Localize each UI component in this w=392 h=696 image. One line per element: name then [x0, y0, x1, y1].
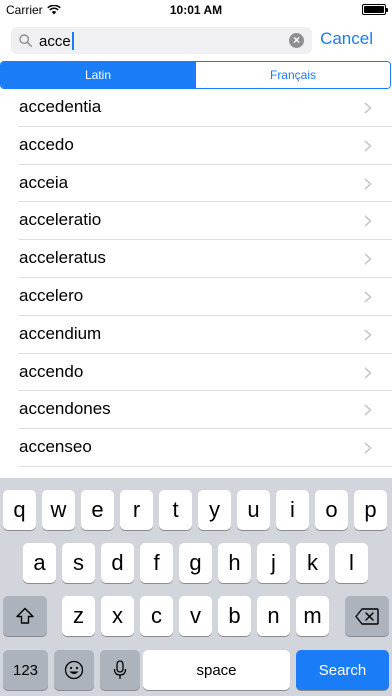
results-list: accedentia accedo acceia acceleratio acc… — [0, 89, 392, 478]
chevron-right-icon — [364, 291, 372, 303]
list-item-label: accenseo — [19, 437, 92, 457]
list-item[interactable]: accedo — [0, 127, 392, 165]
numbers-key[interactable]: 123 — [3, 650, 48, 690]
backspace-icon — [355, 607, 379, 625]
key-u[interactable]: u — [237, 490, 270, 530]
search-query-text: acce — [39, 32, 71, 50]
shift-key[interactable] — [3, 596, 47, 636]
status-bar: Carrier 10:01 AM — [0, 0, 392, 20]
list-item-label: acceleratio — [19, 210, 102, 230]
list-item[interactable]: accedentia — [0, 89, 392, 127]
key-r[interactable]: r — [120, 490, 153, 530]
chevron-right-icon — [364, 404, 372, 416]
key-z[interactable]: z — [62, 596, 95, 636]
chevron-right-icon — [364, 102, 372, 114]
list-item-label: acceia — [19, 172, 69, 192]
key-q[interactable]: q — [3, 490, 36, 530]
battery-icon — [362, 4, 388, 15]
key-s[interactable]: s — [62, 543, 95, 583]
key-b[interactable]: b — [218, 596, 251, 636]
key-l[interactable]: l — [335, 543, 368, 583]
list-item[interactable]: acceleratus — [0, 240, 392, 278]
key-a[interactable]: a — [23, 543, 56, 583]
key-g[interactable]: g — [179, 543, 212, 583]
list-item[interactable]: accensibilis — [0, 467, 392, 478]
list-item-label: accedentia — [19, 97, 102, 116]
emoji-key[interactable] — [54, 650, 94, 690]
list-item-label: accendo — [19, 361, 84, 381]
language-segmented-control: Latin Français — [0, 61, 391, 89]
list-item[interactable]: accendones — [0, 391, 392, 429]
list-item-label: acceleratus — [19, 248, 106, 268]
delete-key[interactable] — [345, 596, 389, 636]
key-y[interactable]: y — [198, 490, 231, 530]
list-item[interactable]: accelero — [0, 278, 392, 316]
dictation-key[interactable] — [100, 650, 140, 690]
search-bar: acce × Cancel — [0, 20, 392, 60]
status-time: 10:01 AM — [169, 3, 223, 17]
list-item[interactable]: acceia — [0, 165, 392, 203]
chevron-right-icon — [364, 442, 372, 454]
key-j[interactable]: j — [257, 543, 290, 583]
key-x[interactable]: x — [101, 596, 134, 636]
segment-latin[interactable]: Latin — [1, 62, 195, 88]
search-key[interactable]: Search — [296, 650, 389, 690]
list-item-label: accendones — [19, 399, 111, 419]
list-item-label: accedo — [19, 134, 74, 154]
chevron-right-icon — [364, 140, 372, 152]
list-item[interactable]: acceleratio — [0, 202, 392, 240]
microphone-icon — [113, 660, 127, 679]
segment-francais[interactable]: Français — [195, 62, 390, 88]
key-o[interactable]: o — [315, 490, 348, 530]
key-n[interactable]: n — [257, 596, 290, 636]
list-item-label: accelero — [19, 285, 84, 305]
emoji-icon — [64, 660, 84, 680]
list-item-label: accendium — [19, 323, 102, 343]
key-i[interactable]: i — [276, 490, 309, 530]
key-f[interactable]: f — [140, 543, 173, 583]
clear-icon[interactable]: × — [289, 33, 304, 48]
list-item[interactable]: accendium — [0, 316, 392, 354]
key-h[interactable]: h — [218, 543, 251, 583]
chevron-right-icon — [364, 215, 372, 227]
key-m[interactable]: m — [296, 596, 329, 636]
key-w[interactable]: w — [42, 490, 75, 530]
key-k[interactable]: k — [296, 543, 329, 583]
space-key[interactable]: space — [143, 650, 290, 690]
list-item[interactable]: accendo — [0, 354, 392, 392]
list-item[interactable]: accenseo — [0, 429, 392, 467]
text-caret — [71, 32, 74, 50]
key-t[interactable]: t — [159, 490, 192, 530]
search-icon — [19, 34, 32, 47]
chevron-right-icon — [364, 366, 372, 379]
key-e[interactable]: e — [81, 490, 114, 530]
key-v[interactable]: v — [179, 596, 212, 636]
key-d[interactable]: d — [101, 543, 134, 583]
chevron-right-icon — [364, 329, 372, 341]
cancel-button[interactable]: Cancel — [320, 29, 373, 49]
search-input[interactable]: acce × — [11, 27, 312, 54]
chevron-right-icon — [364, 253, 372, 265]
shift-icon — [16, 607, 34, 624]
chevron-right-icon — [364, 178, 372, 190]
keyboard: q w e r t y u i o p a s d f g h j k l z … — [0, 478, 392, 696]
key-p[interactable]: p — [354, 490, 387, 530]
key-c[interactable]: c — [140, 596, 173, 636]
